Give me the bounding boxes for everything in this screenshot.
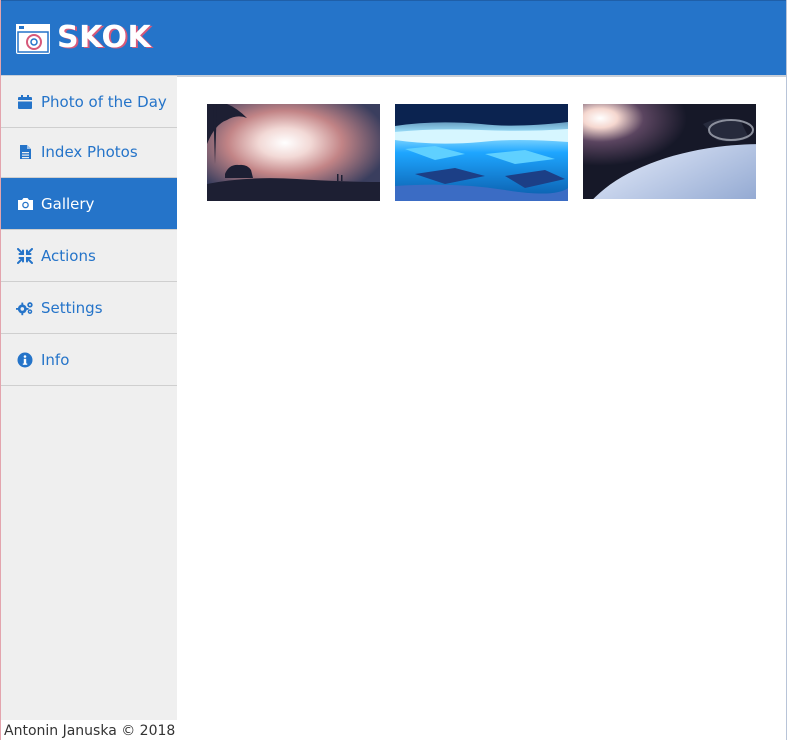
sidebar: Photo of the Day Index Photos Gallery Ac… — [1, 76, 177, 720]
sidebar-item-label: Settings — [41, 298, 103, 317]
gallery-photo-glacier[interactable] — [395, 104, 568, 201]
footer-copyright: Antonin Januska © 2018 — [4, 723, 176, 739]
camera-window-icon — [16, 24, 50, 54]
gallery-photo-planet[interactable] — [583, 104, 756, 199]
sidebar-item-info[interactable]: Info — [1, 334, 177, 386]
sidebar-item-actions[interactable]: Actions — [1, 230, 177, 282]
top-header: SKOK — [1, 0, 786, 75]
compress-arrows-icon — [16, 247, 34, 265]
gears-icon — [16, 299, 34, 317]
sidebar-item-label: Gallery — [41, 194, 95, 213]
brand-title[interactable]: SKOK — [57, 20, 151, 55]
sidebar-item-settings[interactable]: Settings — [1, 282, 177, 334]
sidebar-item-label: Index Photos — [41, 142, 138, 161]
sidebar-item-index-photos[interactable]: Index Photos — [1, 126, 177, 178]
sidebar-item-label: Actions — [41, 246, 96, 265]
sidebar-item-gallery[interactable]: Gallery — [1, 178, 177, 230]
gallery-photo-bear-dusk[interactable] — [207, 104, 380, 201]
app-window: SKOK Photo of the Day Index Photos Galle… — [0, 0, 787, 740]
sidebar-item-label: Photo of the Day — [41, 92, 167, 111]
document-icon — [16, 143, 34, 161]
sidebar-item-label: Info — [41, 350, 70, 369]
calendar-icon — [16, 93, 34, 111]
camera-icon — [16, 195, 34, 213]
sidebar-item-photo-of-the-day[interactable]: Photo of the Day — [1, 76, 177, 128]
info-circle-icon — [16, 351, 34, 369]
